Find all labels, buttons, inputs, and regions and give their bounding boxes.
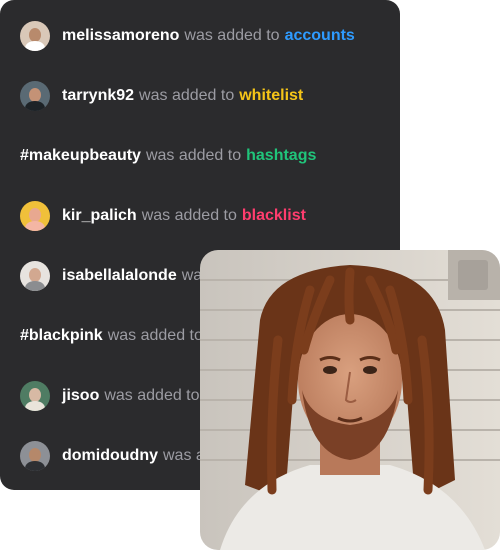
username[interactable]: melissamoreno bbox=[62, 27, 179, 45]
avatar bbox=[20, 261, 50, 291]
action-text: was added to bbox=[184, 27, 280, 44]
profile-photo bbox=[200, 250, 500, 550]
portrait-illustration bbox=[200, 250, 500, 550]
list-link[interactable]: accounts bbox=[285, 27, 355, 45]
feed-item: tarrynk92 was added to whitelist bbox=[20, 81, 303, 111]
feed-item: kir_palich was added to blacklist bbox=[20, 201, 306, 231]
username[interactable]: domidoudny bbox=[62, 447, 158, 465]
list-link[interactable]: whitelist bbox=[239, 87, 303, 105]
action-text: was added to bbox=[145, 147, 242, 164]
action-text: was added to bbox=[141, 207, 237, 224]
feed-item: #makeupbeauty was added to hashtags bbox=[20, 141, 316, 171]
list-link[interactable]: blacklist bbox=[242, 207, 306, 225]
username[interactable]: isabellalalonde bbox=[62, 267, 177, 285]
feed-item: jisoo was added to bbox=[20, 381, 205, 411]
action-text: was added to bbox=[104, 387, 200, 404]
username[interactable]: jisoo bbox=[62, 387, 99, 405]
action-text: was added to bbox=[139, 87, 235, 104]
action-text: was added to bbox=[107, 327, 203, 344]
username[interactable]: tarrynk92 bbox=[62, 87, 134, 105]
feed-item: melissamoreno was added to accounts bbox=[20, 21, 355, 51]
username[interactable]: kir_palich bbox=[62, 207, 137, 225]
avatar bbox=[20, 441, 50, 471]
avatar bbox=[20, 21, 50, 51]
feed-item: #blackpink was added to bbox=[20, 321, 208, 351]
avatar bbox=[20, 381, 50, 411]
list-link[interactable]: hashtags bbox=[246, 147, 316, 165]
hashtag[interactable]: #makeupbeauty bbox=[20, 147, 141, 165]
avatar bbox=[20, 81, 50, 111]
hashtag[interactable]: #blackpink bbox=[20, 327, 103, 345]
avatar bbox=[20, 201, 50, 231]
